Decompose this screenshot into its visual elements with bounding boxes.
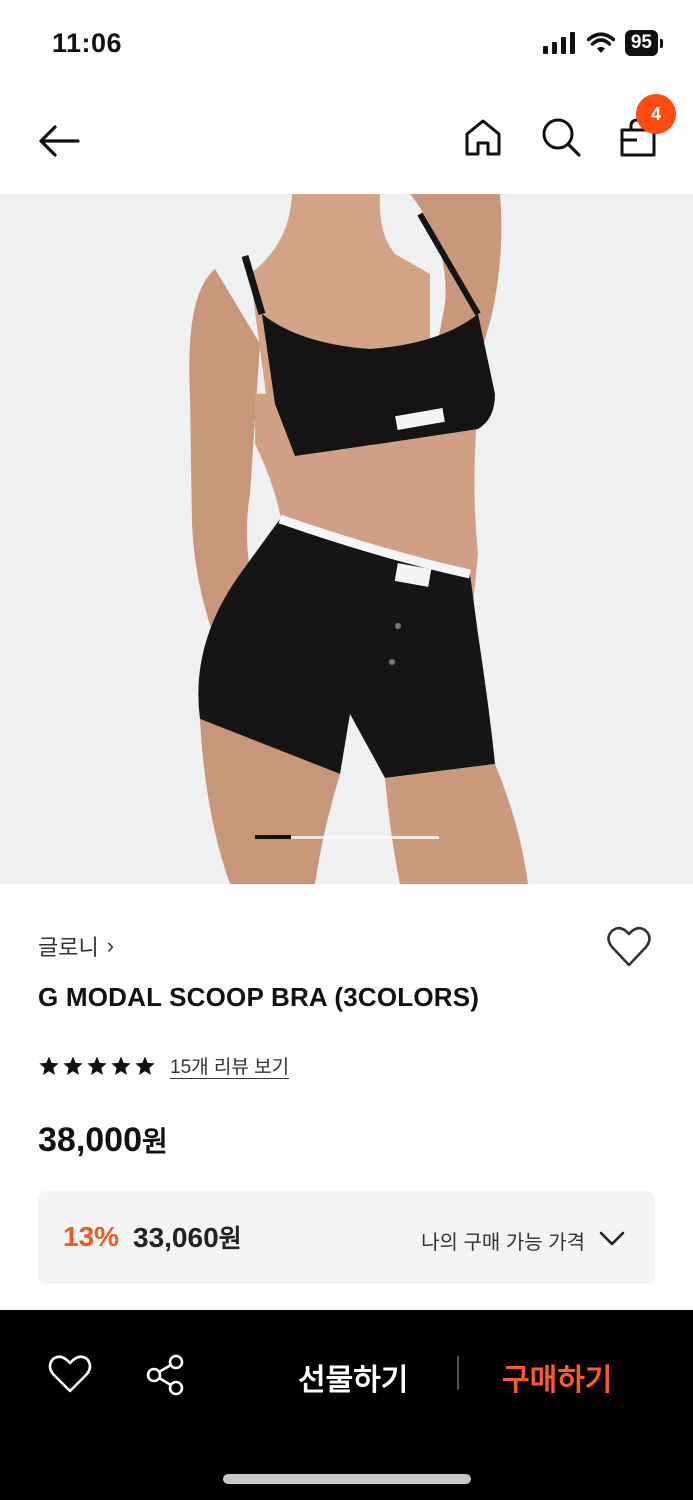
star-icon [63, 1055, 83, 1075]
chevron-down-icon [599, 1231, 625, 1246]
top-nav [0, 90, 693, 194]
heart-icon[interactable] [606, 925, 652, 969]
search-icon[interactable] [540, 116, 582, 158]
product-title: G MODAL SCOOP BRA (3COLORS) [38, 982, 480, 1012]
star-icon [39, 1055, 59, 1075]
star-icon [87, 1055, 107, 1075]
back-arrow-icon[interactable] [36, 118, 82, 164]
battery-tip [660, 38, 663, 48]
original-price: 38,000원 [38, 1120, 168, 1160]
bottom-action-bar: 선물하기 구매하기 [0, 1310, 693, 1500]
review-link[interactable]: 15개 리뷰 보기 [170, 1052, 289, 1079]
brand-name: 글로니 [38, 935, 99, 960]
rating-row: 15개 리뷰 보기 [38, 1052, 289, 1079]
heart-icon[interactable] [48, 1354, 92, 1394]
discount-price: 33,060원 [133, 1219, 242, 1255]
gallery-pager-indicator [255, 835, 291, 839]
status-time: 11:06 [52, 28, 123, 58]
discount-price-value: 33,060 [133, 1222, 219, 1253]
status-bar: 11:06 95 [0, 0, 693, 90]
brand-link[interactable]: 글로니 › [38, 930, 114, 962]
buy-button[interactable]: 구매하기 [502, 1355, 612, 1399]
my-price-label: 나의 구매 가능 가격 [421, 1232, 585, 1254]
price-value: 38,000 [38, 1121, 142, 1159]
wifi-icon [586, 32, 615, 53]
my-price-dropdown[interactable]: 13% 33,060원 나의 구매 가능 가격 [38, 1191, 655, 1284]
home-icon[interactable] [462, 116, 504, 158]
status-icons: 95 [542, 30, 663, 56]
star-icon [135, 1055, 155, 1075]
battery-level: 95 [624, 30, 658, 56]
rating-stars [38, 1055, 156, 1077]
price-unit: 원 [142, 1126, 168, 1157]
discount-rate: 13% [63, 1221, 120, 1252]
divider [457, 1356, 459, 1390]
cart-count-badge: 4 [636, 94, 676, 134]
cellular-signal-icon [542, 32, 575, 54]
chevron-right-icon: › [106, 933, 115, 958]
star-icon [111, 1055, 131, 1075]
product-image-gallery[interactable] [0, 194, 693, 884]
share-icon[interactable] [145, 1354, 187, 1396]
discount-price-unit: 원 [218, 1225, 242, 1253]
gift-button[interactable]: 선물하기 [298, 1355, 408, 1399]
product-photo [0, 194, 693, 884]
home-indicator[interactable] [223, 1474, 471, 1484]
